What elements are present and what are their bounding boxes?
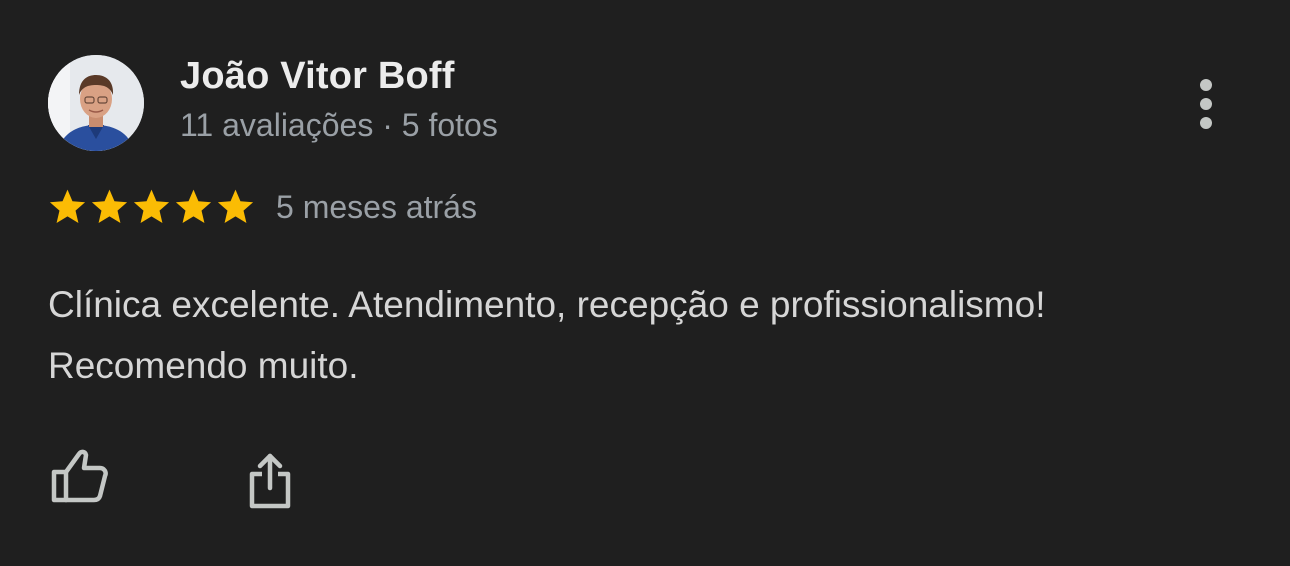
review-text-line: Recomendo muito.	[48, 345, 359, 386]
share-icon	[249, 453, 291, 509]
review-text-line: Clínica excelente. Atendimento, recepção…	[48, 284, 1046, 325]
more-vertical-icon-dot	[1200, 117, 1212, 129]
review-date: 5 meses atrás	[276, 189, 477, 225]
star-icon	[217, 189, 254, 224]
reviewer-stats: 11 avaliações · 5 fotos	[180, 107, 498, 143]
star-icon	[133, 189, 170, 224]
share-button[interactable]	[240, 450, 300, 512]
review-text: Clínica excelente. Atendimento, recepção…	[48, 274, 1248, 396]
avatar-photo-icon	[48, 55, 144, 151]
reviewer-avatar[interactable]	[48, 55, 144, 151]
reviewer-name[interactable]: João Vitor Boff	[180, 55, 455, 98]
more-vertical-icon-dot	[1200, 79, 1212, 91]
more-vertical-icon-dot	[1200, 98, 1212, 110]
star-icon	[49, 189, 86, 224]
star-rating	[47, 186, 256, 228]
star-icon	[91, 189, 128, 224]
more-options-button[interactable]	[1184, 74, 1228, 134]
review-card: João Vitor Boff 11 avaliações · 5 fotos …	[0, 0, 1290, 566]
star-icon	[175, 189, 212, 224]
like-button[interactable]	[46, 446, 112, 508]
thumbs-up-icon	[51, 449, 108, 503]
